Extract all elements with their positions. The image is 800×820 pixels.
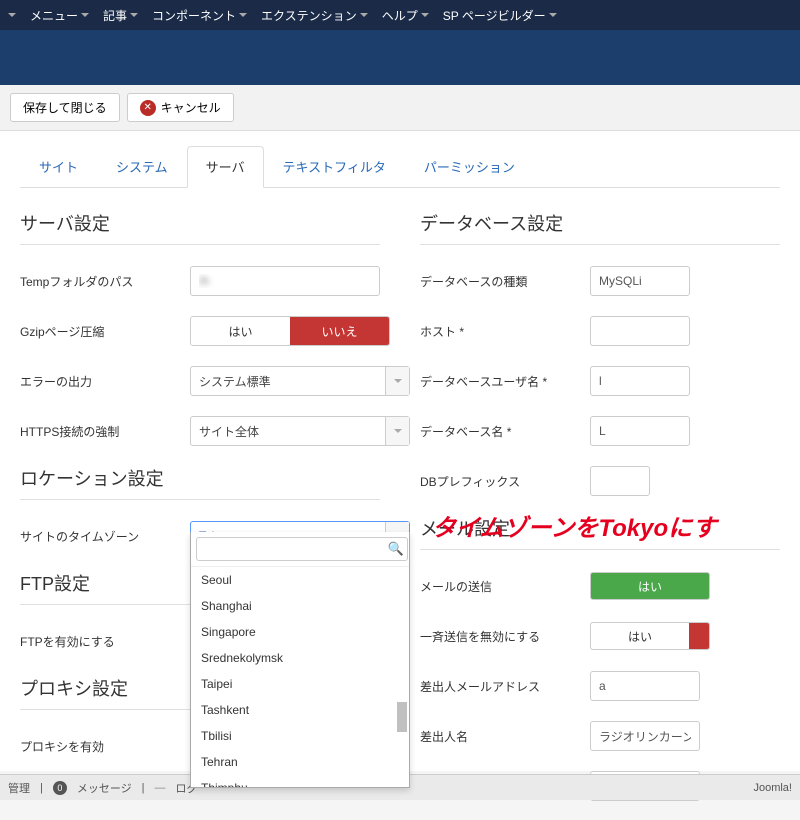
mail-bulk-label: 一斉送信を無効にする <box>420 628 590 645</box>
message-count-badge: 0 <box>53 781 67 795</box>
temp-folder-label: Tempフォルダのパス <box>20 273 190 290</box>
dropdown-search-input[interactable] <box>196 537 408 561</box>
footer-messages[interactable]: メッセージ <box>77 780 132 796</box>
list-item[interactable]: Tbilisi <box>191 723 407 749</box>
timezone-dropdown: 🔍 Seoul Shanghai Singapore Srednekolymsk… <box>190 532 410 788</box>
save-close-button[interactable]: 保存して閉じる <box>10 93 120 122</box>
error-output-select[interactable]: システム標準 <box>190 366 410 396</box>
list-item[interactable]: Srednekolymsk <box>191 645 407 671</box>
list-item[interactable]: Tehran <box>191 749 407 775</box>
from-email-label: 差出人メールアドレス <box>420 678 590 695</box>
list-item[interactable]: Seoul <box>191 567 407 593</box>
mail-bulk-toggle[interactable]: はい <box>590 622 710 650</box>
db-host-label: ホスト * <box>420 323 590 340</box>
tab-site[interactable]: サイト <box>20 146 97 187</box>
ftp-enable-label: FTPを有効にする <box>20 633 190 650</box>
tab-system[interactable]: システム <box>97 146 187 187</box>
gzip-label: Gzipページ圧縮 <box>20 323 190 340</box>
https-select[interactable]: サイト全体 <box>190 416 410 446</box>
db-user-label: データベースユーザ名 * <box>420 373 590 390</box>
caret-icon <box>8 13 16 17</box>
tabs: サイト システム サーバ テキストフィルタ パーミッション <box>20 146 780 188</box>
proxy-enable-label: プロキシを有効 <box>20 738 190 755</box>
search-icon: 🔍 <box>388 541 404 557</box>
from-name-label: 差出人名 <box>420 728 590 745</box>
db-host-input[interactable] <box>590 316 690 346</box>
toolbar: 保存して閉じる ✕ キャンセル <box>0 85 800 131</box>
list-item[interactable]: Singapore <box>191 619 407 645</box>
db-heading: データベース設定 <box>420 210 780 245</box>
error-output-label: エラーの出力 <box>20 373 190 390</box>
list-item[interactable]: Taipei <box>191 671 407 697</box>
from-email-input[interactable] <box>590 671 700 701</box>
tab-permission[interactable]: パーミッション <box>405 146 534 187</box>
gzip-yes[interactable]: はい <box>191 317 290 345</box>
annotation-text: タイムゾーンをTokyoにす <box>432 508 716 543</box>
mail-send-label: メールの送信 <box>420 578 590 595</box>
db-prefix-label: DBプレフィックス <box>420 473 590 490</box>
cancel-button[interactable]: ✕ キャンセル <box>127 93 234 122</box>
db-type-input[interactable] <box>590 266 690 296</box>
scrollbar-thumb[interactable] <box>397 702 407 732</box>
nav-components[interactable]: コンポーネント <box>152 7 247 24</box>
chevron-down-icon <box>385 417 409 445</box>
mail-send-toggle[interactable]: はい <box>590 572 710 600</box>
nav-help[interactable]: ヘルプ <box>382 7 429 24</box>
nav-menu[interactable]: メニュー <box>30 7 89 24</box>
db-user-input[interactable] <box>590 366 690 396</box>
tab-textfilter[interactable]: テキストフィルタ <box>264 146 405 187</box>
list-item[interactable]: Tashkent <box>191 697 407 723</box>
list-item[interactable]: Thimphu <box>191 775 407 787</box>
cancel-icon: ✕ <box>140 100 156 116</box>
https-label: HTTPS接続の強制 <box>20 423 190 440</box>
nav-sp-builder[interactable]: SP ページビルダー <box>443 7 557 24</box>
list-item[interactable]: Shanghai <box>191 593 407 619</box>
temp-folder-input[interactable] <box>190 266 380 296</box>
footer-brand: Joomla! <box>753 782 792 794</box>
chevron-down-icon <box>385 367 409 395</box>
timezone-label: サイトのタイムゾーン <box>20 528 190 545</box>
nav-articles[interactable]: 記事 <box>103 7 138 24</box>
db-type-label: データベースの種類 <box>420 273 590 290</box>
gzip-toggle[interactable]: はい いいえ <box>190 316 390 346</box>
dropdown-list[interactable]: Seoul Shanghai Singapore Srednekolymsk T… <box>191 567 409 787</box>
gzip-no[interactable]: いいえ <box>290 317 389 345</box>
db-prefix-input[interactable] <box>590 466 650 496</box>
footer-admin[interactable]: 管理 <box>8 780 30 796</box>
db-name-label: データベース名 * <box>420 423 590 440</box>
db-name-input[interactable] <box>590 416 690 446</box>
top-nav: メニュー 記事 コンポーネント エクステンション ヘルプ SP ページビルダー <box>0 0 800 30</box>
tab-server[interactable]: サーバ <box>187 146 264 188</box>
from-name-input[interactable] <box>590 721 700 751</box>
nav-extensions[interactable]: エクステンション <box>261 7 368 24</box>
sub-header <box>0 30 800 85</box>
location-heading: ロケーション設定 <box>20 465 380 500</box>
server-heading: サーバ設定 <box>20 210 380 245</box>
